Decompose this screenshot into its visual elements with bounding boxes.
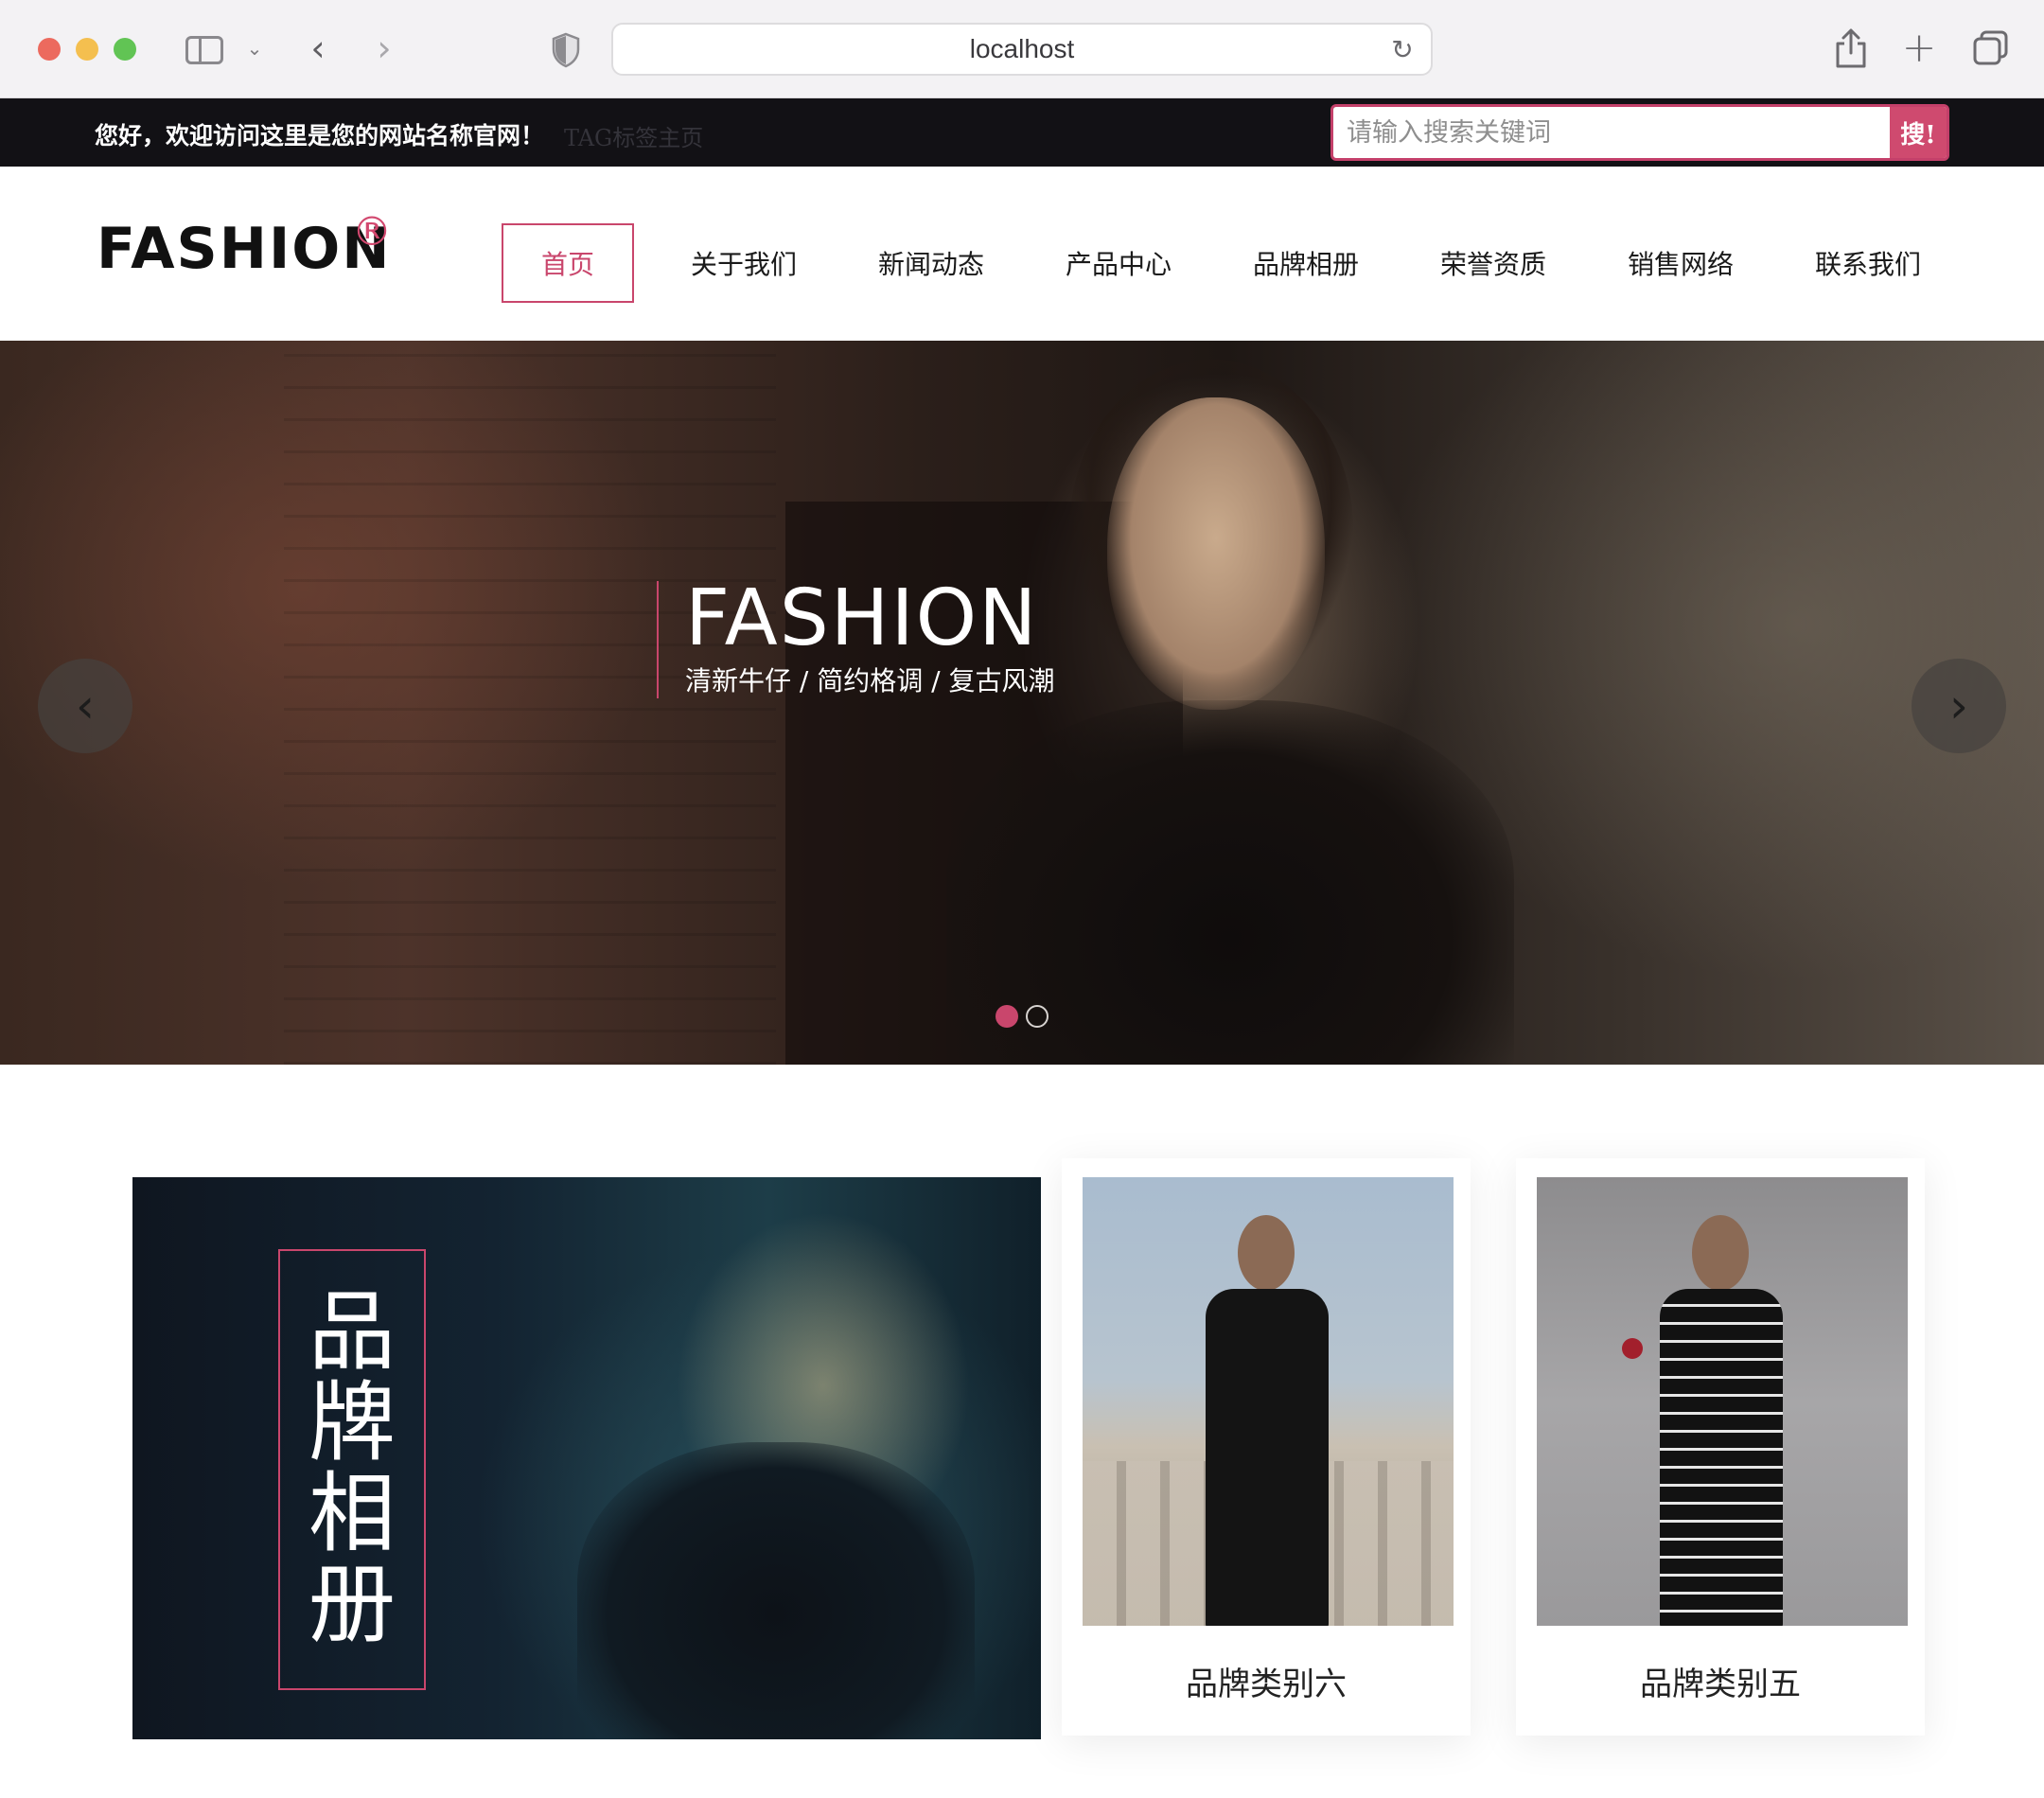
tag-home-link[interactable]: TAG标签主页 — [564, 119, 703, 152]
search-box: 搜! — [1330, 104, 1949, 161]
reload-icon[interactable]: ↻ — [1387, 34, 1418, 65]
close-window-button[interactable] — [38, 38, 61, 61]
album-model-image — [577, 1442, 975, 1739]
site-logo[interactable]: FASHION — [97, 216, 392, 282]
brand-card-label[interactable]: 品牌类别五 — [1516, 1658, 1925, 1704]
model-figure — [1196, 1215, 1338, 1626]
nav-item-honors[interactable]: 荣誉资质 — [1408, 223, 1578, 303]
hero-title: FASHION — [685, 573, 1039, 663]
sidebar-icon[interactable] — [185, 36, 223, 64]
nav-item-news[interactable]: 新闻动态 — [846, 223, 1016, 303]
slide-dot-2[interactable] — [1026, 1005, 1048, 1028]
plus-icon[interactable]: + — [1898, 24, 1940, 72]
nav-item-home[interactable]: 首页 — [502, 223, 634, 303]
zoom-window-button[interactable] — [114, 38, 136, 61]
brand-card[interactable]: 品牌类别五 — [1516, 1158, 1925, 1736]
search-button[interactable]: 搜! — [1890, 107, 1947, 158]
model-figure — [1650, 1215, 1792, 1626]
chevron-left-icon[interactable]: ‹ — [38, 659, 132, 753]
search-input[interactable] — [1333, 107, 1894, 158]
rose-detail — [1622, 1338, 1643, 1359]
tab-overview-icon[interactable] — [1972, 28, 2010, 66]
slide-dot-1[interactable] — [996, 1005, 1018, 1028]
minimize-window-button[interactable] — [76, 38, 98, 61]
shield-icon[interactable] — [551, 32, 581, 68]
album-title: 品牌相册 — [308, 1281, 396, 1655]
address-bar[interactable]: localhost ↻ — [611, 23, 1433, 76]
hero-subtitle: 清新牛仔 / 简约格调 / 复古风潮 — [685, 665, 1055, 696]
album-title-frame: 品牌相册 — [278, 1249, 426, 1690]
nav-item-brand-album[interactable]: 品牌相册 — [1221, 223, 1391, 303]
forward-icon[interactable]: › — [367, 26, 401, 70]
top-bar: 您好，欢迎访问这里是您的网站名称官网！ TAG标签主页 搜! — [0, 98, 2044, 167]
hero-background — [284, 341, 776, 1065]
back-icon[interactable]: ‹ — [301, 26, 335, 70]
brand-album-banner[interactable]: 品牌相册 — [132, 1177, 1041, 1739]
nav-item-products[interactable]: 产品中心 — [1033, 223, 1204, 303]
hero-model-face — [1107, 397, 1325, 710]
url-text: localhost — [969, 34, 1075, 63]
browser-toolbar: ⌄ ‹ › localhost ↻ + — [0, 0, 2044, 98]
registered-mark: ® — [352, 208, 392, 255]
nav-item-sales-network[interactable]: 销售网络 — [1595, 223, 1766, 303]
chevron-right-icon[interactable]: › — [1912, 659, 2006, 753]
hero-accent-line — [657, 581, 659, 698]
hero-slider: FASHION 清新牛仔 / 简约格调 / 复古风潮 ‹ › — [0, 341, 2044, 1065]
brand-card-label[interactable]: 品牌类别六 — [1062, 1658, 1471, 1704]
nav-item-contact[interactable]: 联系我们 — [1783, 223, 1953, 303]
brand-card[interactable]: 品牌类别六 — [1062, 1158, 1471, 1736]
welcome-text: 您好，欢迎访问这里是您的网站名称官网！ — [95, 122, 545, 150]
chevron-down-icon[interactable]: ⌄ — [244, 34, 265, 62]
brand-card-image[interactable] — [1537, 1177, 1908, 1626]
share-icon[interactable] — [1832, 26, 1870, 70]
site-header: FASHION ® 首页 关于我们 新闻动态 产品中心 品牌相册 荣誉资质 销售… — [0, 167, 2044, 341]
brand-card-image[interactable] — [1083, 1177, 1454, 1626]
nav-item-about[interactable]: 关于我们 — [659, 223, 829, 303]
